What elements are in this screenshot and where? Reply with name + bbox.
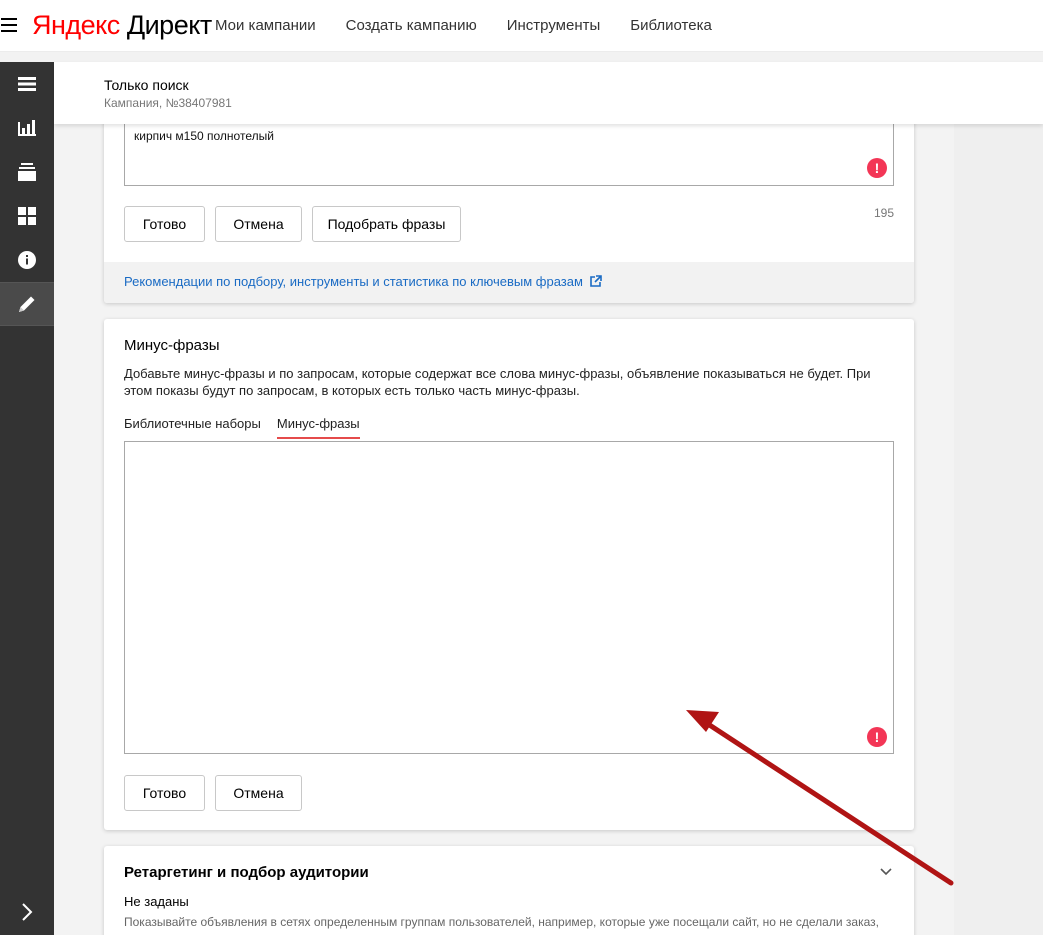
tab-minus-phrases[interactable]: Минус-фразы: [276, 416, 360, 439]
external-link-icon: [590, 275, 602, 287]
grid-icon[interactable]: [0, 194, 54, 238]
keywords-card: кирпич м150 полнотелый ! Готово Отмена П…: [104, 100, 914, 303]
campaign-subtitle: Кампания, №38407981: [104, 96, 232, 110]
minus-phrases-textarea[interactable]: !: [124, 441, 894, 754]
minus-phrases-tabs: Библиотечные наборы Минус-фразы: [124, 416, 360, 439]
chevron-right-icon[interactable]: [0, 890, 54, 934]
logo-product: Директ: [126, 10, 212, 40]
campaign-header: Только поиск Кампания, №38407981: [54, 62, 1043, 124]
retargeting-title: Ретаргетинг и подбор аудитории: [124, 864, 369, 881]
keywords-cancel-button[interactable]: Отмена: [215, 206, 302, 242]
menu-icon[interactable]: [1, 18, 17, 32]
campaign-title: Только поиск: [104, 77, 189, 93]
minus-phrases-title: Минус-фразы: [124, 337, 220, 354]
minus-phrases-card: Минус-фразы Добавьте минус-фразы и по за…: [104, 319, 914, 830]
top-header: Яндекс Директ Мои кампании Создать кампа…: [0, 0, 1043, 52]
list-icon[interactable]: [0, 62, 54, 106]
warning-icon: !: [867, 727, 887, 747]
info-icon[interactable]: [0, 238, 54, 282]
minus-cancel-button[interactable]: Отмена: [215, 775, 302, 811]
chevron-down-icon[interactable]: [880, 868, 892, 876]
nav-create-campaign[interactable]: Создать кампанию: [346, 17, 477, 34]
retargeting-description: Показывайте объявления в сетях определен…: [124, 915, 879, 929]
retargeting-card[interactable]: Ретаргетинг и подбор аудитории Не заданы…: [104, 846, 914, 935]
right-gutter: [954, 62, 1043, 935]
sidebar: [0, 62, 54, 935]
pick-phrases-button[interactable]: Подобрать фразы: [312, 206, 461, 242]
warning-icon: !: [867, 158, 887, 178]
character-counter: 195: [874, 206, 895, 220]
minus-done-button[interactable]: Готово: [124, 775, 205, 811]
pencil-icon[interactable]: [0, 282, 54, 326]
minus-phrases-description: Добавьте минус-фразы и по запросам, кото…: [124, 366, 871, 398]
nav-my-campaigns[interactable]: Мои кампании: [215, 17, 316, 34]
keyword-line: кирпич м150 полнотелый: [134, 129, 274, 143]
stack-icon[interactable]: [0, 150, 54, 194]
logo[interactable]: Яндекс Директ: [32, 10, 212, 41]
recommendation-link-text: Рекомендации по подбору, инструменты и с…: [124, 274, 583, 289]
logo-brand: Яндекс: [32, 10, 120, 40]
chart-icon[interactable]: [0, 106, 54, 150]
keywords-done-button[interactable]: Готово: [124, 206, 205, 242]
nav-tools[interactable]: Инструменты: [507, 17, 601, 34]
retargeting-status: Не заданы: [124, 894, 189, 909]
recommendation-link[interactable]: Рекомендации по подбору, инструменты и с…: [124, 274, 602, 289]
top-navigation: Мои кампании Создать кампанию Инструмент…: [215, 17, 712, 34]
recommendation-strip: Рекомендации по подбору, инструменты и с…: [104, 262, 914, 303]
nav-library[interactable]: Библиотека: [630, 17, 712, 34]
tab-library-sets[interactable]: Библиотечные наборы: [124, 416, 261, 439]
